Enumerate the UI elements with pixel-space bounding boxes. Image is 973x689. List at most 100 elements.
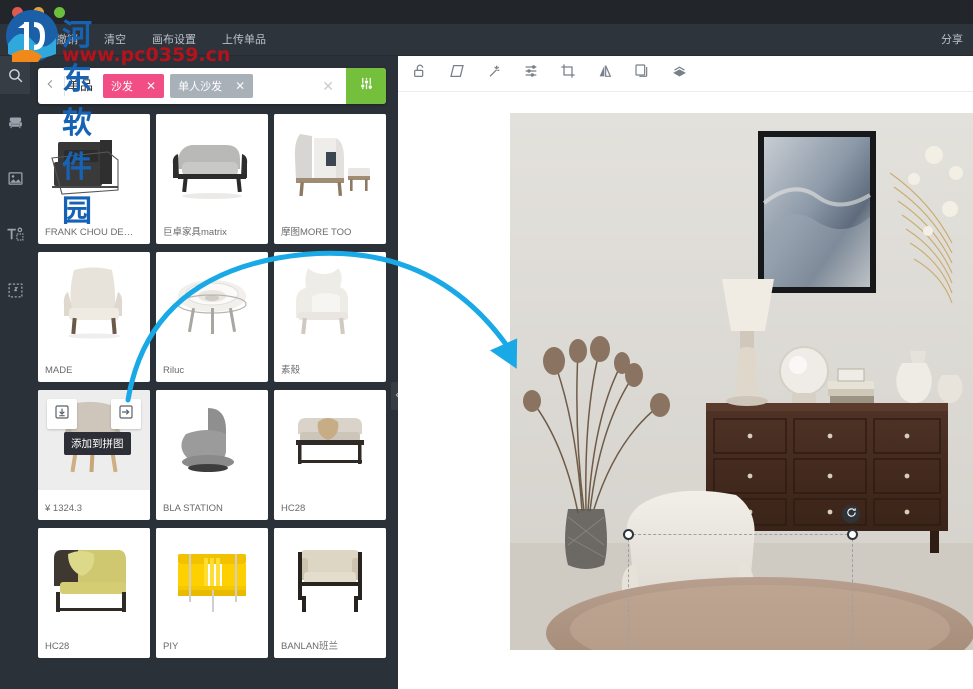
toolbar-layers[interactable] (667, 62, 691, 86)
product-thumbnail (274, 114, 386, 214)
rail-search[interactable] (0, 56, 30, 94)
duplicate-icon (634, 63, 650, 84)
flip-horizontal-icon (597, 63, 613, 84)
product-grid: FRANK CHOU DE… 巨卓家具matrix 摩图MORE TOO MAD… (38, 114, 390, 689)
product-card[interactable]: BLA STATION (156, 390, 268, 520)
download-button[interactable] (47, 399, 77, 429)
panel-edge (390, 56, 398, 689)
product-thumbnail (38, 252, 150, 352)
filter-bar: 单品 沙发 ✕ 单人沙发 ✕ ✕ (38, 68, 386, 104)
toolbar-perspective[interactable] (445, 62, 469, 86)
toolbar-duplicate[interactable] (630, 62, 654, 86)
product-card-hovered[interactable]: 添加到拼图 ¥ 1324.3 (38, 390, 150, 520)
product-card[interactable]: FRANK CHOU DE… (38, 114, 150, 244)
app-window: 撤销 清空 画布设置 上传单品 分享 单品 沙发 ✕ 单人沙发 ✕ ✕ FRAN… (0, 0, 973, 689)
product-thumbnail (156, 390, 268, 490)
product-caption: PIY (163, 641, 179, 652)
product-card[interactable]: MADE (38, 252, 150, 382)
product-thumbnail (274, 252, 386, 352)
rotate-icon (846, 505, 857, 523)
sofa-icon (7, 114, 24, 131)
artboard[interactable] (510, 113, 973, 650)
close-icon[interactable]: ✕ (230, 79, 250, 93)
menu-upload-item[interactable]: 上传单品 (222, 24, 266, 56)
product-caption: FRANK CHOU DE… (45, 227, 134, 238)
product-caption: Riluc (163, 365, 185, 376)
menu-items: 撤销 清空 画布设置 上传单品 (56, 24, 266, 56)
product-card[interactable]: HC28 (38, 528, 150, 658)
product-caption: 摩图MORE TOO (281, 227, 352, 238)
product-caption: BANLAN班兰 (281, 641, 339, 652)
product-caption: 巨卓家具matrix (163, 227, 227, 238)
maximize-button[interactable] (54, 7, 65, 18)
product-caption: 素殼 (281, 365, 301, 376)
menu-canvas-settings[interactable]: 画布设置 (152, 24, 196, 56)
perspective-icon (449, 63, 465, 84)
filter-chip-sofa[interactable]: 沙发 ✕ (103, 74, 165, 98)
product-hover-actions: 添加到拼图 (38, 390, 150, 490)
chevron-left-icon (45, 77, 56, 96)
share-button[interactable]: 分享 (941, 24, 963, 56)
filter-back-button[interactable] (38, 77, 62, 96)
magic-wand-icon (486, 63, 502, 84)
product-card[interactable]: 巨卓家具matrix (156, 114, 268, 244)
add-to-canvas-icon (118, 404, 134, 425)
menu-clear[interactable]: 清空 (104, 24, 126, 56)
product-card[interactable]: HC28 (274, 390, 386, 520)
product-thumbnail (274, 528, 386, 628)
window-controls (12, 7, 65, 18)
filter-clear-button[interactable]: ✕ (310, 78, 346, 95)
close-button[interactable] (12, 7, 23, 18)
product-card[interactable]: 摩图MORE TOO (274, 114, 386, 244)
canvas-toolbar (398, 56, 973, 92)
selection-handle-top-left[interactable] (623, 529, 634, 540)
selection-handle-top-right[interactable] (847, 529, 858, 540)
product-thumbnail (156, 252, 268, 352)
product-price: ¥ 1324.3 (45, 503, 82, 514)
filter-chip-label: 单人沙发 (178, 81, 223, 93)
unlock-icon (412, 63, 428, 84)
layers-icon (671, 63, 688, 85)
product-thumbnail (274, 390, 386, 490)
title-bar (0, 0, 973, 24)
tooltip: 添加到拼图 (64, 432, 131, 455)
product-caption: BLA STATION (163, 503, 223, 514)
canvas-area (398, 56, 973, 689)
product-card[interactable]: 素殼 (274, 252, 386, 382)
product-caption: HC28 (45, 641, 70, 652)
add-to-canvas-button[interactable] (111, 399, 141, 429)
toolbar-crop[interactable] (556, 62, 580, 86)
minimize-button[interactable] (33, 7, 44, 18)
product-caption: MADE (45, 365, 73, 376)
selection-box[interactable] (623, 505, 860, 650)
product-panel: 单品 沙发 ✕ 单人沙发 ✕ ✕ FRANK CHOU DE… 巨卓家具matr… (30, 56, 398, 689)
toolbar-adjust[interactable] (519, 62, 543, 86)
product-thumbnail (38, 114, 150, 214)
toolbar-lock[interactable] (408, 62, 432, 86)
rail-furniture[interactable] (0, 94, 30, 150)
product-thumbnail (156, 114, 268, 214)
toolbar-magic-wand[interactable] (482, 62, 506, 86)
toolbar-flip[interactable] (593, 62, 617, 86)
rail-text[interactable] (0, 206, 30, 262)
filter-chip-single-sofa[interactable]: 单人沙发 ✕ (170, 74, 254, 98)
image-icon (7, 170, 24, 187)
search-icon (7, 67, 24, 84)
product-card[interactable]: PIY (156, 528, 268, 658)
product-card[interactable]: BANLAN班兰 (274, 528, 386, 658)
close-icon[interactable]: ✕ (141, 79, 161, 93)
crop-icon (560, 63, 576, 84)
menu-bar: 撤销 清空 画布设置 上传单品 分享 (0, 24, 973, 56)
adjust-sliders-icon (523, 63, 539, 84)
product-thumbnail (38, 528, 150, 628)
product-card[interactable]: Riluc (156, 252, 268, 382)
sliders-icon (359, 76, 374, 96)
rotate-handle[interactable] (842, 505, 860, 523)
rail-frame[interactable] (0, 262, 30, 318)
product-caption: HC28 (281, 503, 306, 514)
filter-category-label: 单品 (64, 76, 103, 96)
filter-settings-button[interactable] (346, 68, 386, 104)
frame-icon (7, 282, 24, 299)
rail-image[interactable] (0, 150, 30, 206)
menu-undo[interactable]: 撤销 (56, 24, 78, 56)
